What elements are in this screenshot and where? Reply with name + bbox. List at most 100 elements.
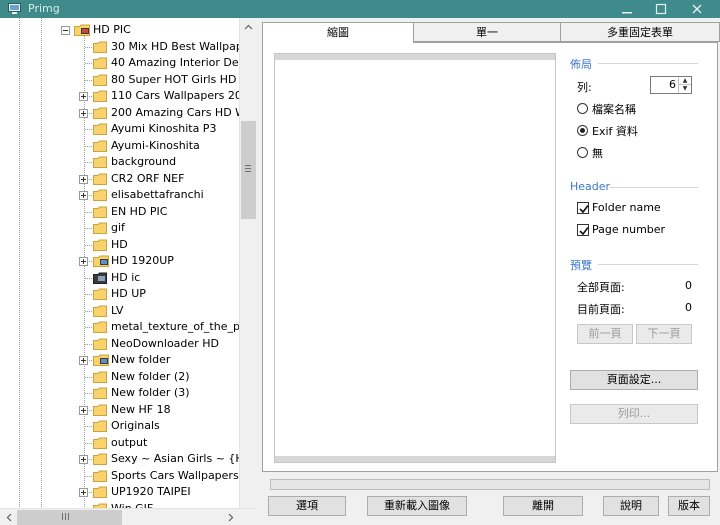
tree-item-label: Ayumi Kinoshita P3 xyxy=(111,122,217,135)
tree-item[interactable]: HD ic xyxy=(0,270,240,287)
expand-icon[interactable] xyxy=(79,455,88,464)
tree-item[interactable]: LV xyxy=(0,303,240,320)
tree-item[interactable]: metal_texture_of_the_pape xyxy=(0,319,255,336)
close-button[interactable] xyxy=(674,0,720,18)
tree-item[interactable]: UP1920 TAIPEI xyxy=(0,484,240,501)
app-icon xyxy=(8,3,21,14)
tree-root-item[interactable]: HD PIC xyxy=(0,22,240,39)
collapse-icon[interactable] xyxy=(61,26,70,35)
tree-item[interactable]: 80 Super HOT Girls HD Wal xyxy=(0,72,255,89)
folder-icon xyxy=(93,404,107,416)
chevron-left-icon xyxy=(6,513,11,522)
tree-item[interactable]: CR2 ORF NEF xyxy=(0,171,240,188)
folder-icon xyxy=(93,486,107,498)
tab-thumbnail[interactable]: 縮圖 xyxy=(262,22,414,43)
version-button[interactable]: 版本 xyxy=(668,496,710,516)
help-button[interactable]: 說明 xyxy=(603,496,659,516)
preview-top-band xyxy=(275,54,555,60)
picture-folder-icon xyxy=(93,255,109,267)
picture-folder-icon xyxy=(93,354,109,366)
tree-item[interactable]: Originals xyxy=(0,418,240,435)
tree-item[interactable]: background xyxy=(0,154,240,171)
current-page-value: 0 xyxy=(685,301,692,314)
folder-icon xyxy=(93,338,107,350)
page-setup-button[interactable]: 頁面設定... xyxy=(570,370,698,390)
tree-item-label: HD ic xyxy=(111,270,141,284)
folder-icon xyxy=(93,305,107,317)
tree-item[interactable]: 30 Mix HD Best Wallpapers xyxy=(0,39,255,56)
tree-item[interactable]: New folder (3) xyxy=(0,385,240,402)
scroll-thumb[interactable] xyxy=(17,510,122,525)
folder-tree[interactable]: HD PIC 30 Mix HD Best Wallpapers 40 Amazi… xyxy=(0,18,256,525)
tree-item[interactable]: HD UP xyxy=(0,286,240,303)
expand-icon[interactable] xyxy=(79,405,88,415)
tree-item[interactable]: Ayumi Kinoshita P3 xyxy=(0,121,240,138)
next-page-button[interactable]: 下一頁 xyxy=(636,324,692,344)
tree-item-label: 200 Amazing Cars HD Wal xyxy=(111,105,256,119)
tree-item-label: elisabettafranchi xyxy=(111,188,204,201)
expand-icon[interactable] xyxy=(79,356,88,365)
radio-exif[interactable] xyxy=(577,125,588,136)
tree-item[interactable]: EN HD PIC xyxy=(0,204,240,221)
tree-item-label: CR2 ORF NEF xyxy=(111,171,185,185)
tab-single[interactable]: 單一 xyxy=(413,22,561,42)
tree-vertical-scrollbar[interactable] xyxy=(239,18,256,508)
tree-horizontal-scrollbar[interactable] xyxy=(0,508,256,525)
folder-icon xyxy=(93,470,107,482)
close-icon xyxy=(692,4,702,14)
tree-item[interactable]: elisabettafranchi xyxy=(0,187,240,204)
expand-icon[interactable] xyxy=(79,92,88,101)
tree-item[interactable]: New HF 18 xyxy=(0,402,240,419)
thumbnail-preview[interactable] xyxy=(274,53,556,463)
tree-item[interactable]: output xyxy=(0,435,240,452)
tree-item-label: New HF 18 xyxy=(111,402,171,416)
print-button[interactable]: 列印... xyxy=(570,404,698,424)
grip-icon xyxy=(62,513,69,520)
tree-item[interactable]: Ayumi-Kinoshita xyxy=(0,138,240,155)
expand-icon[interactable] xyxy=(79,191,88,200)
tab-multi-fixed-form[interactable]: 多重固定表單 xyxy=(560,22,720,42)
tree-item-label: 30 Mix HD Best Wallpapers xyxy=(111,39,256,53)
view-tabs: 縮圖 單一 多重固定表單 xyxy=(262,22,720,43)
exit-button[interactable]: 離開 xyxy=(503,496,583,516)
group-divider xyxy=(598,264,698,265)
group-divider xyxy=(598,63,698,64)
expand-icon[interactable] xyxy=(79,257,88,266)
tree-item[interactable]: 200 Amazing Cars HD Wal xyxy=(0,105,255,122)
tree-item[interactable]: HD 1920UP xyxy=(0,253,240,270)
title-bar: Primg xyxy=(0,0,720,18)
expand-icon[interactable] xyxy=(79,174,88,184)
preview-group-title: 預覽 xyxy=(570,259,592,272)
expand-icon[interactable] xyxy=(79,108,88,118)
tree-item[interactable]: Sports Cars Wallpapers Lar xyxy=(0,468,255,485)
columns-stepper[interactable]: 6 ▲ ▼ xyxy=(650,76,692,94)
scroll-up-button[interactable] xyxy=(240,18,257,35)
radio-none[interactable] xyxy=(577,147,588,158)
reload-images-button[interactable]: 重新載入圖像 xyxy=(367,496,467,516)
tree-item[interactable]: HD xyxy=(0,237,240,254)
folder-icon xyxy=(93,57,107,69)
tree-item[interactable]: 40 Amazing Interior Design xyxy=(0,55,255,72)
tree-item[interactable]: Sexy ~ Asian Girls ~ {HD} - xyxy=(0,451,255,468)
scroll-left-button[interactable] xyxy=(0,509,17,525)
tree-item[interactable]: 110 Cars Wallpapers 2048 X xyxy=(0,88,255,105)
tree-item[interactable]: gif xyxy=(0,220,240,237)
expand-icon[interactable] xyxy=(79,488,88,497)
radio-filename[interactable] xyxy=(577,103,588,114)
folder-icon xyxy=(93,74,107,86)
checkbox-page-number[interactable] xyxy=(577,224,589,236)
options-button[interactable]: 選項 xyxy=(268,496,346,516)
tree-item[interactable]: New folder (2) xyxy=(0,369,240,386)
prev-page-button[interactable]: 前一頁 xyxy=(577,324,633,344)
folder-icon xyxy=(93,140,107,152)
scroll-right-button[interactable] xyxy=(222,509,239,525)
tree-item[interactable]: NeoDownloader HD xyxy=(0,336,240,353)
stepper-down-button[interactable]: ▼ xyxy=(679,85,691,93)
folder-icon xyxy=(93,239,107,251)
folder-icon xyxy=(93,420,107,432)
tree-item[interactable]: New folder xyxy=(0,352,240,369)
preview-bottom-band xyxy=(275,456,555,462)
checkbox-folder-name[interactable] xyxy=(577,202,589,214)
tree-item-label: HD xyxy=(111,237,128,251)
stepper-up-button[interactable]: ▲ xyxy=(679,77,691,85)
